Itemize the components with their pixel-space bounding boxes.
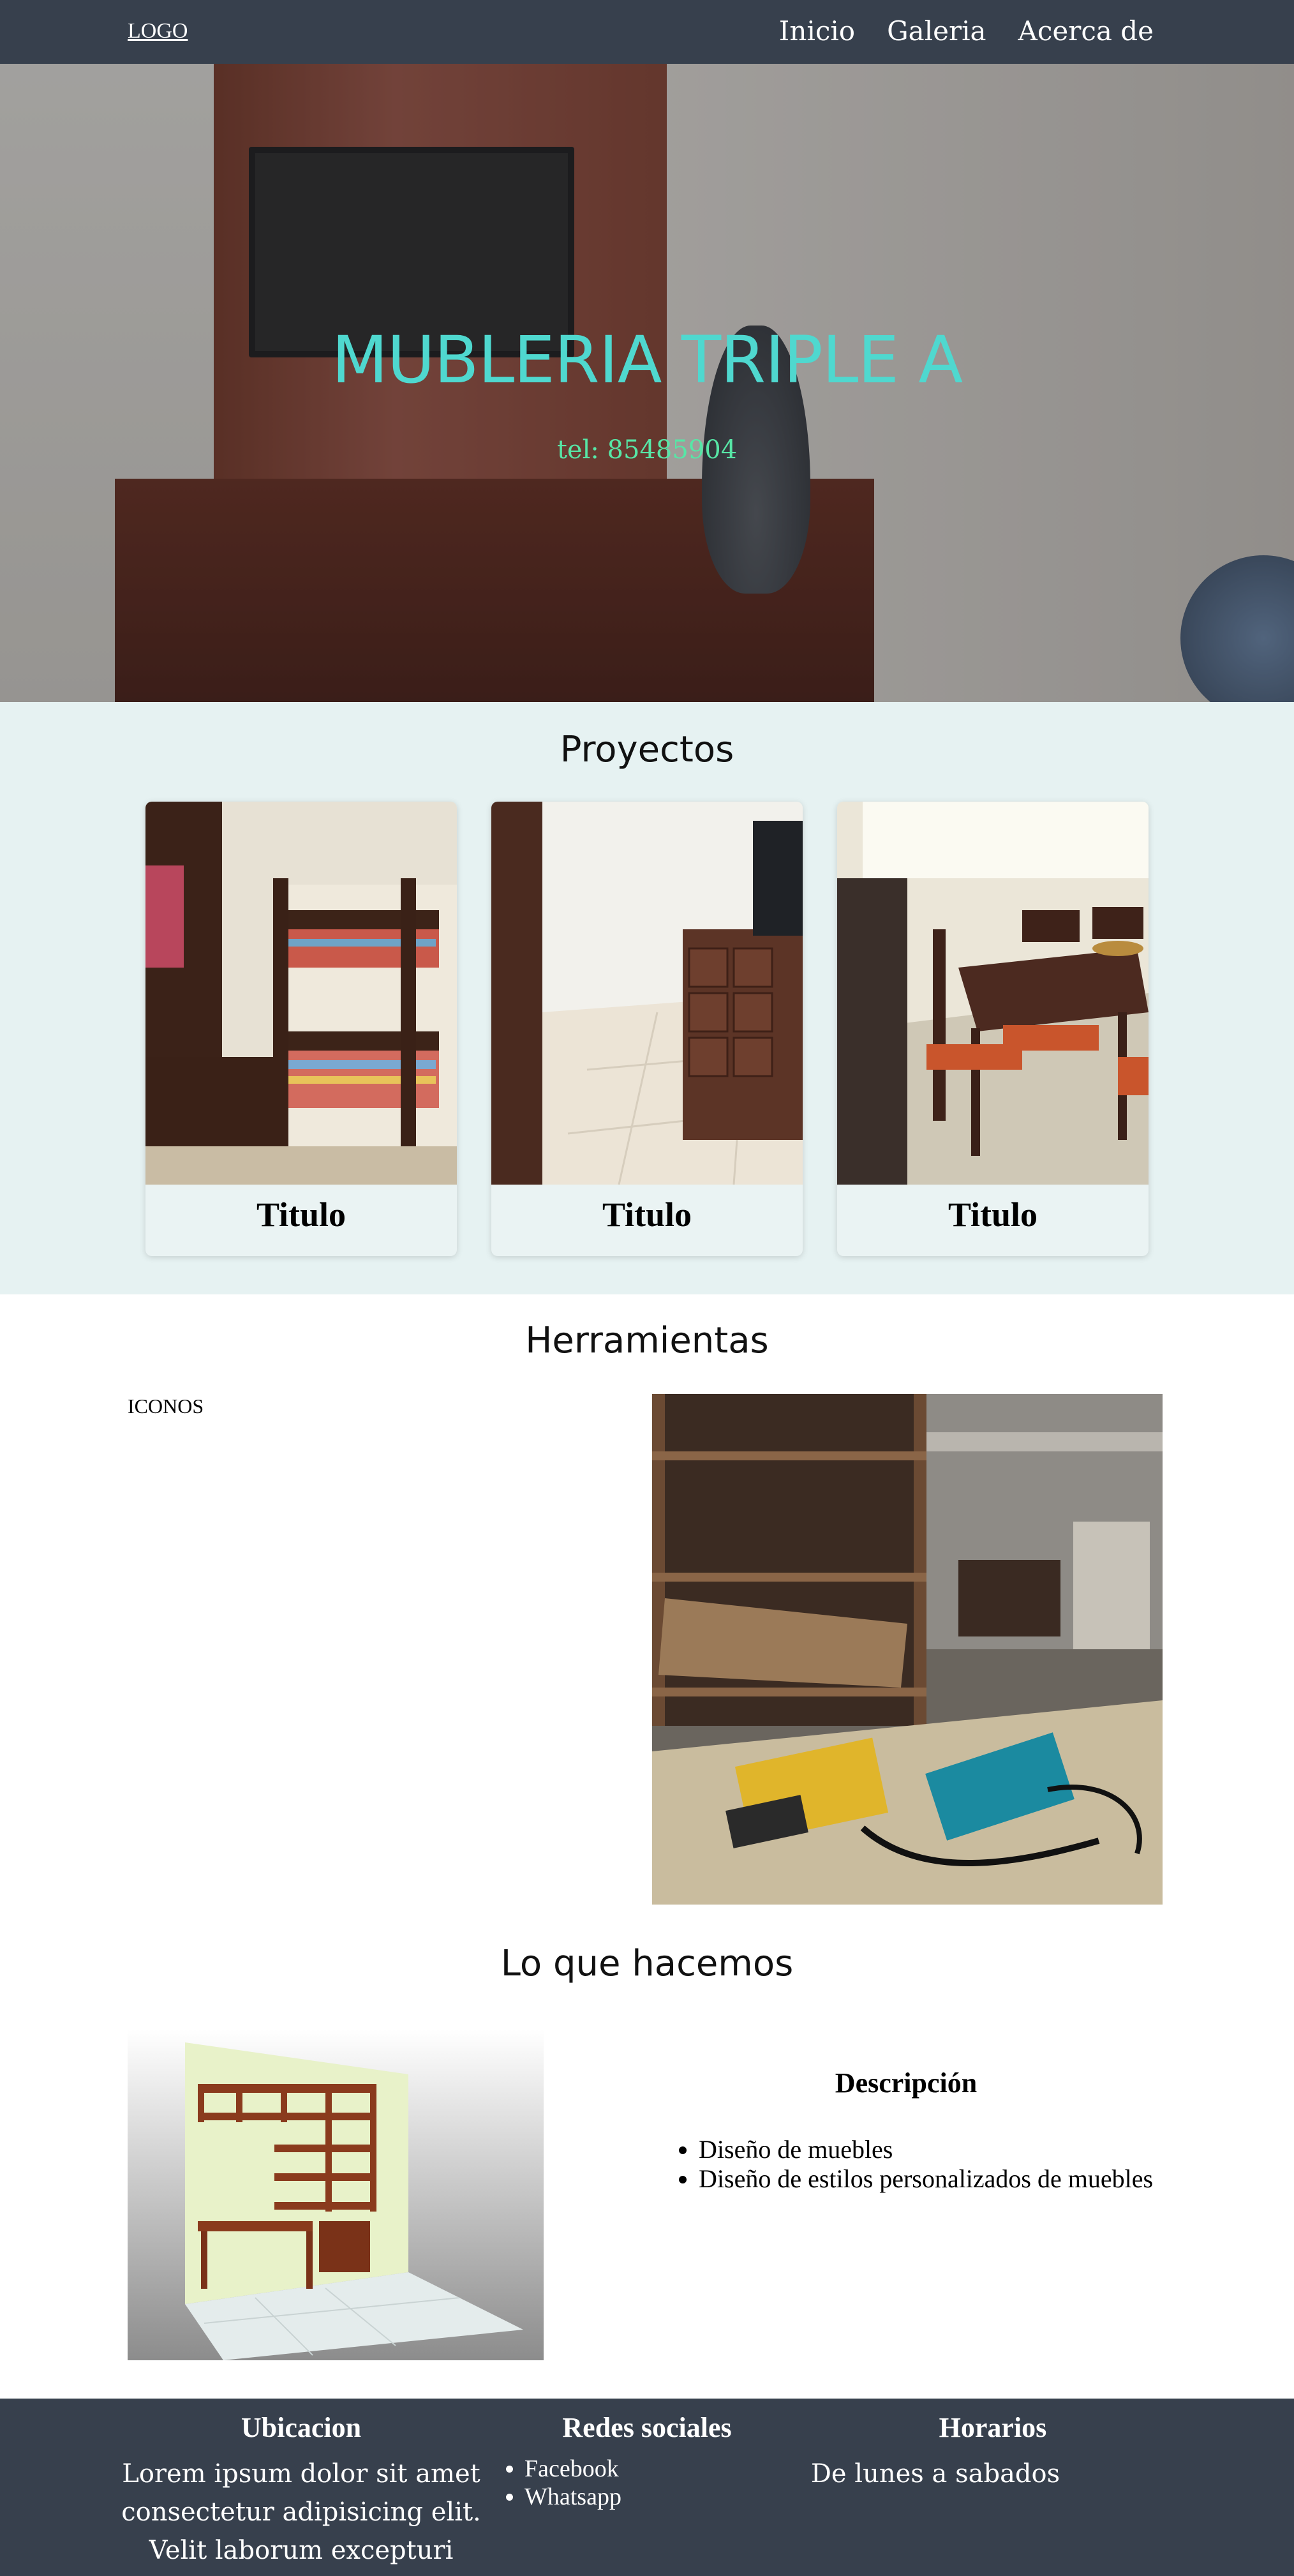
project-card-title: Titulo [256, 1195, 346, 1234]
footer-social-list: Facebook Whatsapp [524, 2455, 621, 2511]
tools-photo [652, 1394, 1163, 1905]
nav-galeria[interactable]: Galeria [887, 15, 986, 47]
project-card[interactable]: Titulo [491, 802, 803, 1256]
whatsapp-link[interactable]: Whatsapp [524, 2483, 621, 2511]
footer-ubicacion-text: Lorem ipsum dolor sit amet consectetur a… [110, 2455, 493, 2570]
footer-redes-title: Redes sociales [562, 2412, 732, 2443]
footer-ubicacion-line: consectetur adipisicing elit. [121, 2497, 481, 2527]
proyectos-section: Proyectos Titulo Titulo Titulo [0, 702, 1294, 1294]
project-image-dresser [491, 802, 803, 1185]
project-image-dining [837, 802, 1149, 1185]
footer-ubicacion-line: Velit laborum excepturi [149, 2536, 454, 2565]
hero-title: MUBLERIA TRIPLE A [331, 322, 963, 398]
furniture-render-image [128, 2030, 544, 2360]
hero-phone: tel: 85485904 [556, 435, 738, 465]
nav-menu: Inicio Galeria Acerca de [779, 15, 1154, 47]
project-card[interactable]: Titulo [837, 802, 1149, 1256]
nav-inicio[interactable]: Inicio [779, 15, 855, 47]
services-list: Diseño de muebles Diseño de estilos pers… [699, 2135, 1153, 2194]
facebook-link[interactable]: Facebook [524, 2455, 621, 2483]
list-item: Diseño de estilos personalizados de mueb… [699, 2164, 1153, 2194]
footer-ubicacion-line: Lorem ipsum dolor sit amet [122, 2459, 480, 2489]
project-card[interactable]: Titulo [145, 802, 457, 1256]
herramientas-title: Herramientas [525, 1320, 769, 1361]
hacemos-title: Lo que hacemos [500, 1943, 794, 1984]
nav-acerca-de[interactable]: Acerca de [1018, 15, 1154, 47]
proyectos-title: Proyectos [560, 729, 734, 770]
list-item: Diseño de muebles [699, 2135, 1153, 2164]
logo-link[interactable]: LOGO [128, 19, 188, 43]
top-navbar: LOGO Inicio Galeria Acerca de [0, 0, 1294, 64]
hero-banner: MUBLERIA TRIPLE A tel: 85485904 [0, 64, 1294, 702]
project-image-bunkbed [145, 802, 457, 1185]
footer: Ubicacion Lorem ipsum dolor sit amet con… [0, 2399, 1294, 2576]
footer-horarios-text: De lunes a sabados [810, 2459, 1060, 2489]
footer-ubicacion-title: Ubicacion [241, 2412, 362, 2443]
project-card-title: Titulo [602, 1195, 692, 1234]
iconos-placeholder: ICONOS [128, 1395, 204, 1418]
description-title: Descripción [835, 2067, 978, 2099]
footer-horarios-title: Horarios [939, 2412, 1047, 2443]
project-card-title: Titulo [948, 1195, 1038, 1234]
